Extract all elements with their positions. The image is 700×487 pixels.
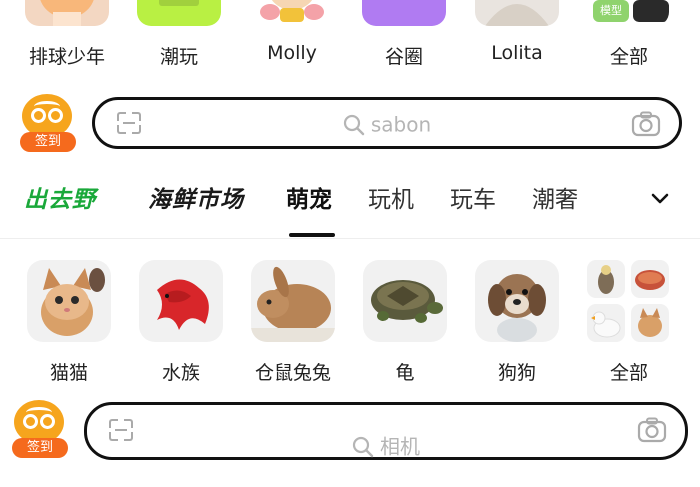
category-label: 全部	[609, 46, 648, 68]
pet-category-all[interactable]: 全部	[579, 260, 679, 390]
active-tab-indicator	[289, 233, 335, 237]
camera-icon[interactable]	[637, 417, 667, 443]
goods-icon	[362, 0, 446, 26]
category-item-molly[interactable]: Molly	[242, 0, 342, 80]
camera-icon[interactable]	[631, 111, 661, 137]
pet-label: 狗狗	[497, 362, 536, 384]
category-item-goods[interactable]: 谷圈	[354, 0, 454, 80]
checkin-label: 签到	[12, 438, 68, 458]
pet-category-cat[interactable]: 猫猫	[19, 260, 119, 390]
category-item-all[interactable]: 模型 全部	[579, 0, 679, 80]
divider	[0, 238, 700, 239]
category-label: 排球少年	[28, 46, 105, 68]
pet-label: 猫猫	[49, 362, 88, 384]
dog-icon	[475, 260, 559, 342]
pet-category-turtle[interactable]: 龟	[355, 260, 455, 390]
category-label: Molly	[267, 42, 317, 64]
model-tag: 模型	[593, 0, 629, 22]
tab-gadgets[interactable]: 玩机	[368, 180, 414, 214]
category-item-haikyuu[interactable]: 排球少年	[17, 0, 117, 80]
pet-category-aquarium[interactable]: 水族	[131, 260, 231, 390]
tab-pets[interactable]: 萌宠	[286, 180, 332, 214]
tab-luxury[interactable]: 潮奢	[532, 180, 578, 214]
category-label: 潮玩	[159, 46, 198, 68]
search-bar-bottom[interactable]: 相机	[84, 402, 688, 460]
tab-cars[interactable]: 玩车	[450, 180, 496, 214]
tab-seafood-market[interactable]: 海鲜市场	[148, 180, 244, 214]
thumb-dark	[633, 0, 669, 22]
pet-label: 水族	[161, 362, 200, 384]
search-icon	[343, 114, 365, 135]
search-placeholder: 相机	[87, 405, 685, 487]
all-pets-icon	[585, 260, 673, 342]
trend-toy-icon	[137, 0, 221, 26]
pet-category-dog[interactable]: 狗狗	[467, 260, 567, 390]
checkin-button-bottom[interactable]: 签到	[12, 400, 68, 462]
betta-fish-icon	[139, 260, 223, 342]
pet-label: 全部	[609, 362, 648, 384]
category-label: 谷圈	[384, 46, 423, 68]
anime-character-icon	[25, 0, 109, 26]
lolita-icon	[475, 0, 559, 26]
chevron-down-icon[interactable]	[650, 192, 670, 206]
checkin-label: 签到	[20, 132, 76, 152]
pet-label: 仓鼠兔兔	[254, 362, 331, 384]
rabbit-icon	[251, 260, 335, 342]
cat-icon	[27, 260, 111, 342]
search-icon	[352, 436, 374, 457]
checkin-button[interactable]: 签到	[20, 94, 76, 156]
tab-outdoor[interactable]: 出去野	[24, 180, 96, 214]
search-placeholder: sabon	[95, 100, 679, 148]
pet-label: 龟	[395, 362, 415, 384]
tabs-fade	[600, 176, 640, 216]
molly-figure-icon	[250, 0, 334, 26]
all-categories-icon: 模型	[589, 0, 669, 26]
pet-category-hamster-rabbit[interactable]: 仓鼠兔兔	[243, 260, 343, 390]
search-bar[interactable]: sabon	[92, 97, 682, 149]
category-item-lolita[interactable]: Lolita	[467, 0, 567, 80]
category-item-trend-toy[interactable]: 潮玩	[129, 0, 229, 80]
turtle-icon	[363, 260, 447, 342]
category-label: Lolita	[491, 42, 543, 64]
